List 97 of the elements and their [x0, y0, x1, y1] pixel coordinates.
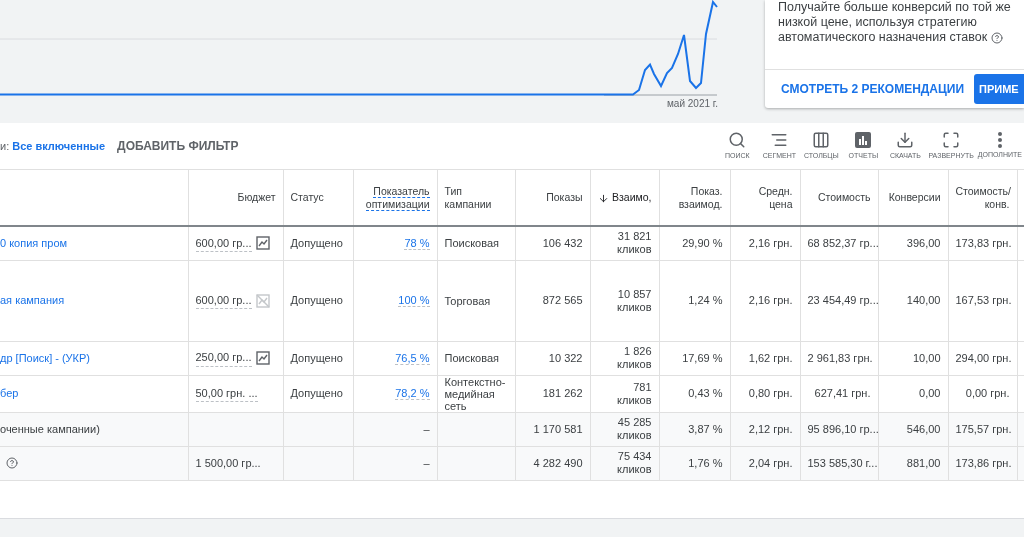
- impressions-value: 10 322: [548, 351, 583, 364]
- column-header[interactable]: Показы: [515, 170, 590, 226]
- conversions-value: 140,00: [906, 294, 941, 307]
- impressions-value: 106 432: [542, 237, 583, 249]
- campaign-link[interactable]: др [Поиск] - (УКР): [0, 349, 91, 367]
- apply-button[interactable]: ПРИМЕ: [974, 74, 1024, 104]
- optimization-score: –: [423, 422, 430, 435]
- avg-cost: 1,62 грн.: [748, 351, 793, 364]
- optimization-score: –: [423, 456, 430, 469]
- help-icon[interactable]: [6, 457, 18, 469]
- line-chart-icon[interactable]: [255, 351, 270, 365]
- status-text: Допущено: [290, 387, 343, 400]
- interactions-value: 75 434 кликов: [617, 450, 652, 475]
- column-header[interactable]: Средн. цена: [730, 170, 800, 226]
- cost-value: 2 961,83 грн.: [807, 351, 873, 364]
- campaign-type: Торговая: [444, 294, 491, 307]
- recommendation-text: автоматического назначения ставок: [778, 30, 988, 45]
- budget-value: 50,00 грн. ...: [195, 384, 258, 403]
- conversions-value: 0,00: [919, 387, 941, 400]
- line-chart-icon[interactable]: [255, 236, 270, 251]
- cost-per-conversion: 175,57 грн.: [955, 422, 1012, 435]
- column-header[interactable]: Тип кампании: [437, 170, 515, 226]
- sort-arrow-icon: [598, 192, 609, 204]
- impressions-value: 872 565: [542, 294, 583, 307]
- avg-cost: 0,80 грн.: [748, 387, 793, 400]
- campaign-link[interactable]: бер: [0, 385, 19, 402]
- column-header[interactable]: Стоимость/ конв.: [948, 170, 1017, 226]
- cost-per-conversion: 173,83 грн.: [955, 237, 1012, 249]
- cost-per-conversion: 294,00 грн.: [955, 351, 1012, 364]
- axis-label: май 2021 г.: [666, 97, 718, 111]
- interactions-value: 45 285 кликов: [617, 416, 652, 441]
- column-header[interactable]: Стоимость: [800, 170, 878, 226]
- interactions-value: 10 857 кликов: [617, 287, 652, 313]
- optimization-score[interactable]: 100 %: [398, 294, 430, 308]
- interaction-rate: 17,69 %: [682, 351, 723, 364]
- interactions-value: 1 826 кликов: [617, 345, 652, 370]
- view-recommendations-link[interactable]: СМОТРЕТЬ 2 РЕКОМЕНДАЦИИ: [781, 80, 965, 98]
- avg-cost: 2,16 грн.: [748, 294, 793, 307]
- optimization-score[interactable]: 76,5 %: [395, 351, 430, 365]
- cost-value: 68 852,37 гр...: [807, 237, 879, 249]
- budget-value: 600,00 гр...: [195, 291, 252, 310]
- filter-label: и:: [0, 138, 10, 154]
- column-header[interactable]: Бюджет: [188, 170, 283, 226]
- cost-value: 153 585,30 г...: [807, 456, 878, 469]
- cost-per-conversion: 167,53 грн.: [955, 294, 1012, 307]
- conversions-value: 396,00: [906, 237, 941, 249]
- interactions-value: 781 кликов: [617, 380, 652, 406]
- column-header[interactable]: Конверсии: [878, 170, 948, 226]
- campaign-link[interactable]: 0 копия пром: [0, 235, 68, 252]
- budget-value: 250,00 гр...: [195, 349, 252, 367]
- campaign-type: Поисковая: [444, 352, 500, 364]
- filter-chip[interactable]: Все включенные: [12, 137, 106, 155]
- interaction-rate: 3,87 %: [688, 422, 723, 435]
- column-header[interactable]: Статус: [283, 170, 353, 226]
- download-icon: [896, 130, 915, 149]
- campaign-name: оченные кампании): [0, 421, 100, 437]
- conversions-value: 546,00: [906, 422, 941, 435]
- interaction-rate: 29,90 %: [682, 237, 723, 249]
- impressions-value: 181 262: [542, 387, 583, 400]
- interaction-rate: 0,43 %: [688, 387, 723, 400]
- conversions-value: 881,00: [906, 456, 941, 469]
- interaction-rate: 1,76 %: [688, 456, 723, 469]
- optimization-score[interactable]: 78 %: [404, 237, 430, 250]
- avg-cost: 2,16 грн.: [748, 237, 793, 249]
- add-filter-button[interactable]: ДОБАВИТЬ ФИЛЬТР: [117, 137, 239, 155]
- cost-value: 95 896,10 гр...: [807, 422, 879, 435]
- help-icon[interactable]: [991, 31, 1004, 44]
- search-icon: [728, 130, 747, 149]
- columns-icon: [812, 130, 831, 149]
- impressions-value: 4 282 490: [533, 456, 583, 469]
- avg-cost: 2,04 грн.: [748, 456, 793, 469]
- impressions-value: 1 170 581: [533, 422, 583, 435]
- campaign-link[interactable]: ая кампания: [0, 292, 65, 309]
- cost-per-conversion: 0,00 грн.: [965, 387, 1010, 400]
- cost-value: 627,41 грн.: [814, 387, 871, 400]
- status-text: Допущено: [290, 294, 343, 307]
- cost-per-conversion: 173,86 грн.: [955, 456, 1012, 469]
- more-icon: [997, 131, 1002, 148]
- interaction-rate: 1,24 %: [688, 294, 723, 307]
- status-text: Допущено: [290, 351, 343, 364]
- column-header[interactable]: Показатель оптимизации: [353, 170, 437, 226]
- bar-chart-icon: [854, 130, 873, 149]
- avg-cost: 2,12 грн.: [748, 422, 793, 435]
- fullscreen-icon: [942, 130, 961, 149]
- recommendation-text: низкой цене, используя стратегию: [778, 15, 977, 30]
- budget-value: 600,00 гр...: [195, 234, 252, 252]
- optimization-score[interactable]: 78,2 %: [395, 387, 430, 401]
- interactions-value: 31 821 кликов: [617, 230, 652, 256]
- status-text: Допущено: [290, 237, 343, 249]
- cost-value: 23 454,49 гр...: [807, 294, 879, 307]
- campaign-type: Контекстно-медийная сеть: [444, 375, 506, 412]
- conversions-value: 10,00: [912, 351, 941, 364]
- recommendation-text: Получайте больше конверсий по той же: [778, 0, 1011, 15]
- budget-value: 1 500,00 гр...: [195, 455, 261, 471]
- column-header[interactable]: Показ. взаимод.: [659, 170, 730, 226]
- column-header[interactable]: Взаимо,: [590, 170, 659, 226]
- campaign-type: Поисковая: [444, 237, 500, 250]
